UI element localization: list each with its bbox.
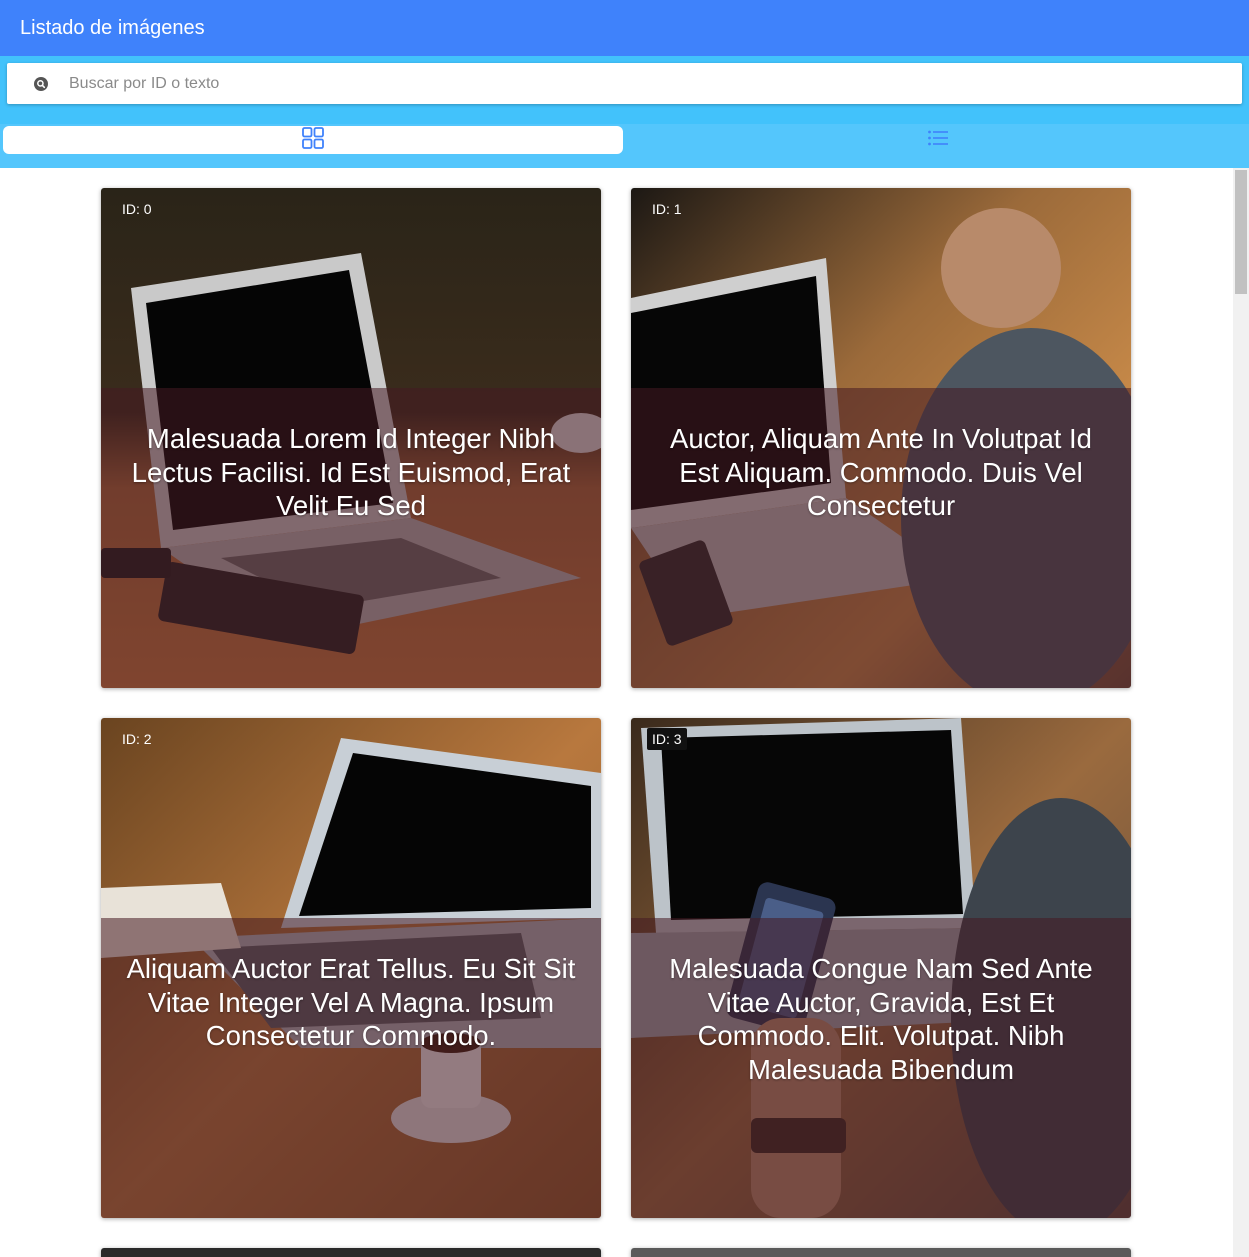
page-title: Listado de imágenes	[20, 16, 205, 39]
card-id-label: ID: 2	[122, 731, 152, 747]
image-grid: ID: 0 Malesuada Lorem Id Integer Nibh Le…	[0, 168, 1233, 1257]
view-tabs	[0, 124, 1249, 168]
tab-list-view[interactable]	[626, 126, 1249, 154]
image-card[interactable]: ID: 1 Auctor, Aliquam Ante In Volutpat I…	[631, 188, 1131, 688]
search-icon	[33, 76, 49, 92]
grid-icon	[302, 126, 324, 154]
search-toolbar	[0, 56, 1249, 168]
card-title: Malesuada Congue Nam Sed Ante Vitae Auct…	[669, 953, 1093, 1085]
scrollbar-thumb[interactable]	[1235, 170, 1247, 294]
card-title: Auctor, Aliquam Ante In Volutpat Id Est …	[670, 423, 1092, 521]
tab-grid-view[interactable]	[3, 126, 623, 154]
list-icon	[927, 130, 948, 151]
app-bar: Listado de imágenes	[0, 0, 1249, 56]
card-title: Aliquam Auctor Erat Tellus. Eu Sit Sit V…	[126, 953, 576, 1051]
scrollbar[interactable]	[1233, 168, 1249, 1257]
image-card[interactable]	[631, 1248, 1131, 1257]
image-card[interactable]	[101, 1248, 601, 1257]
image-card[interactable]: ID: 0 Malesuada Lorem Id Integer Nibh Le…	[101, 188, 601, 688]
search-box[interactable]	[7, 63, 1242, 104]
card-id-label: ID: 1	[652, 201, 682, 217]
card-id-label: ID: 3	[647, 728, 687, 750]
image-card[interactable]: ID: 2 Aliquam Auctor Erat Tellus. Eu Sit…	[101, 718, 601, 1218]
image-card[interactable]: ID: 3 Malesuada Congue Nam Sed Ante Vita…	[631, 718, 1131, 1218]
card-title: Malesuada Lorem Id Integer Nibh Lectus F…	[131, 423, 571, 521]
search-input[interactable]	[69, 68, 1169, 99]
card-id-label: ID: 0	[122, 201, 152, 217]
